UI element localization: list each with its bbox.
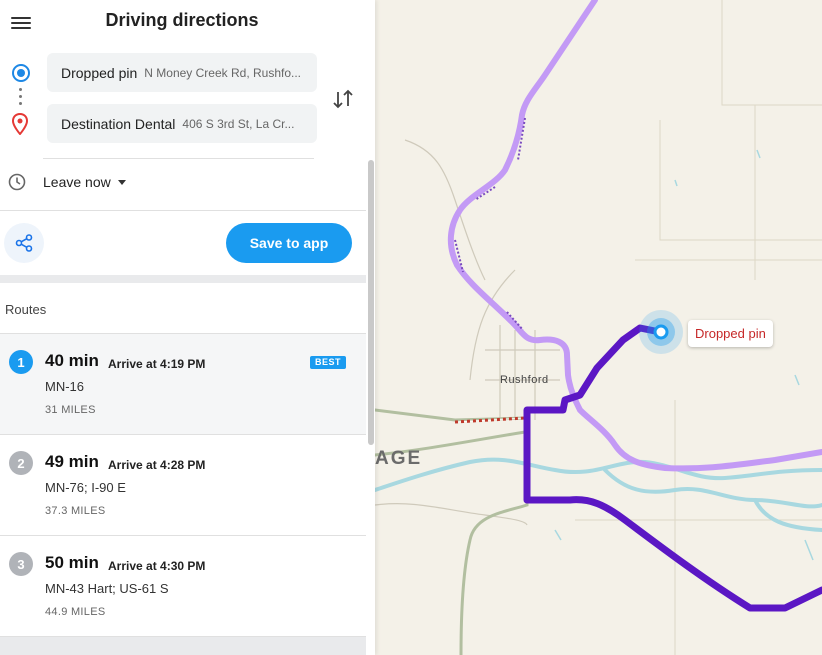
town-label: Rushford: [500, 374, 549, 386]
divider: [0, 210, 366, 211]
save-to-app-button[interactable]: Save to app: [226, 223, 352, 263]
routes-heading: Routes: [5, 302, 47, 317]
leave-time-dropdown[interactable]: Leave now: [43, 174, 126, 190]
destination-address: 406 S 3rd St, La Cr...: [182, 116, 295, 131]
destination-field[interactable]: Destination Dental 406 S 3rd St, La Cr..…: [47, 104, 317, 143]
route-number: 2: [9, 451, 33, 475]
origin-address: N Money Creek Rd, Rushfo...: [144, 65, 302, 80]
map-view[interactable]: Rushford AGE Dropped pin: [375, 0, 822, 655]
route-duration: 50 min: [45, 553, 99, 572]
route-via: MN-16: [45, 379, 85, 394]
origin-field[interactable]: Dropped pin N Money Creek Rd, Rushfo...: [47, 53, 317, 92]
page-title: Driving directions: [105, 10, 259, 30]
clock-icon: [8, 173, 26, 191]
divider: [43, 158, 314, 159]
route-arrival: Arrive at 4:19 PM: [108, 357, 206, 371]
route-arrival: Arrive at 4:28 PM: [108, 458, 206, 472]
route-distance: 44.9 MILES: [45, 606, 106, 618]
leave-time-label: Leave now: [43, 174, 111, 190]
origin-icon: [12, 64, 30, 82]
panel-scrollbar[interactable]: [368, 160, 374, 445]
directions-panel: Driving directions Dropped pin N Money C…: [0, 0, 375, 655]
area-label: AGE: [375, 448, 423, 469]
route-option-1[interactable]: 1 40 min Arrive at 4:19 PM BEST MN-16 31…: [0, 334, 366, 435]
route-duration: 40 min: [45, 351, 99, 370]
route-option-3[interactable]: 3 50 min Arrive at 4:30 PM MN-43 Hart; U…: [0, 536, 366, 637]
route-arrival: Arrive at 4:30 PM: [108, 559, 206, 573]
route-number: 3: [9, 552, 33, 576]
share-icon: [15, 234, 33, 252]
route-via: MN-76; I-90 E: [45, 480, 126, 495]
route-distance: 31 MILES: [45, 404, 96, 416]
section-separator: [0, 637, 366, 655]
route-dots-icon: [19, 88, 23, 110]
route-via: MN-43 Hart; US-61 S: [45, 581, 169, 596]
origin-name: Dropped pin: [61, 64, 138, 81]
destination-name: Destination Dental: [61, 115, 176, 132]
destination-pin-icon: [11, 113, 29, 135]
route-option-2[interactable]: 2 49 min Arrive at 4:28 PM MN-76; I-90 E…: [0, 435, 366, 536]
dropped-pin-label[interactable]: Dropped pin: [688, 320, 773, 347]
route-duration: 49 min: [45, 452, 99, 471]
best-badge: BEST: [310, 356, 347, 369]
route-distance: 37.3 MILES: [45, 505, 106, 517]
share-button[interactable]: [4, 223, 44, 263]
section-separator: [0, 275, 366, 283]
route-number: 1: [9, 350, 33, 374]
chevron-down-icon: [117, 179, 126, 185]
swap-icon[interactable]: [330, 86, 356, 112]
